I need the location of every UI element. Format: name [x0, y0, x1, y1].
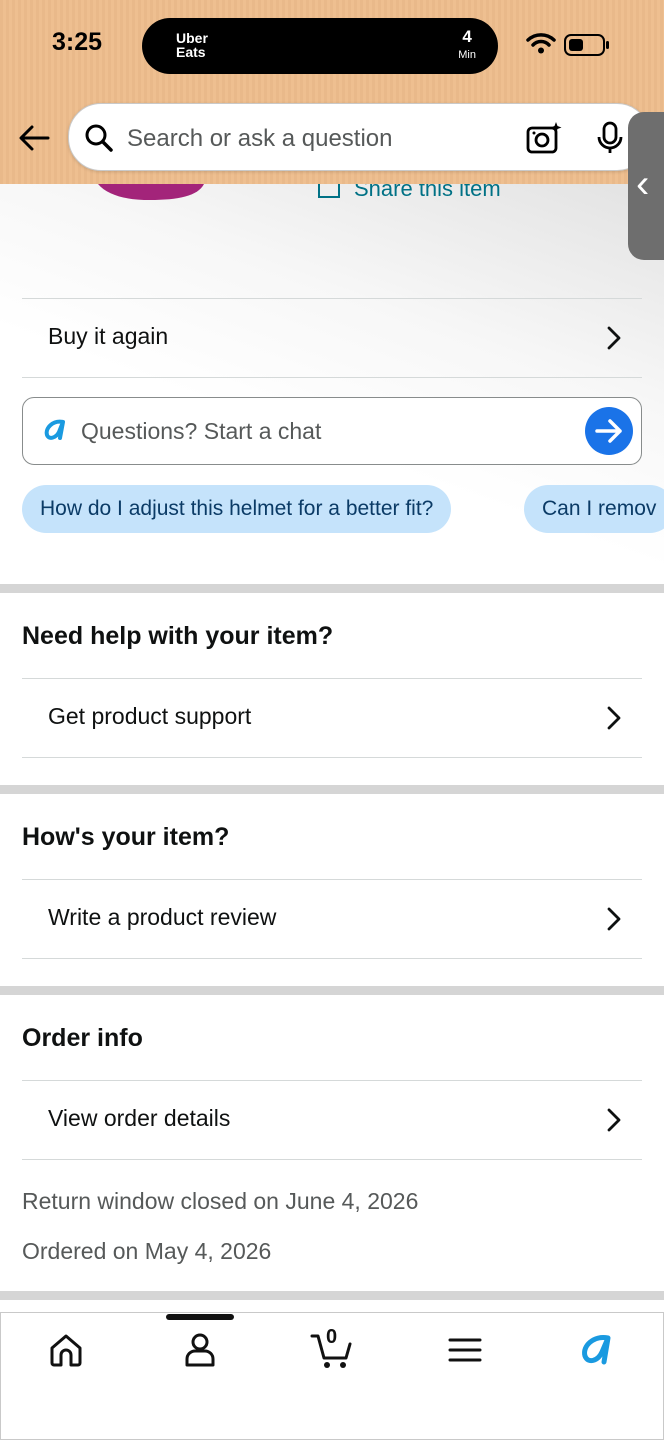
- write-review-row[interactable]: Write a product review: [22, 880, 642, 958]
- write-review-label: Write a product review: [48, 904, 277, 930]
- chat-input[interactable]: Questions? Start a chat: [22, 397, 642, 465]
- cart-count: 0: [326, 1326, 338, 1348]
- order-section-title: Order info: [22, 1024, 143, 1052]
- microphone-icon[interactable]: [595, 120, 625, 156]
- status-bar: 3:25 Uber Eats 4 Min: [0, 0, 664, 90]
- wifi-icon: [526, 33, 556, 54]
- chevron-right-icon: [607, 706, 621, 730]
- chevron-right-icon: [607, 326, 621, 350]
- section-separator: [0, 584, 664, 593]
- review-section-title: How's your item?: [22, 823, 230, 851]
- arrow-left-icon[interactable]: [16, 120, 52, 156]
- header: 3:25 Uber Eats 4 Min Search or ask a que…: [0, 0, 664, 184]
- live-activity-brand: Uber Eats: [176, 31, 208, 59]
- eta-unit: Min: [458, 49, 476, 61]
- eta-value: 4: [462, 27, 472, 46]
- live-activity[interactable]: Uber Eats 4 Min: [142, 18, 498, 74]
- suggestion-chip[interactable]: Can I remov: [524, 485, 664, 533]
- side-panel-handle[interactable]: ‹: [628, 112, 664, 260]
- product-support-row[interactable]: Get product support: [22, 679, 642, 757]
- chat-placeholder: Questions? Start a chat: [81, 418, 322, 444]
- buy-again-row[interactable]: Buy it again: [22, 299, 642, 377]
- chevron-left-icon: ‹: [636, 162, 650, 206]
- suggestion-chip[interactable]: How do I adjust this helmet for a better…: [22, 485, 452, 533]
- rufus-icon[interactable]: [578, 1330, 618, 1370]
- divider: [22, 958, 642, 959]
- home-icon[interactable]: [46, 1330, 86, 1370]
- send-button[interactable]: [585, 407, 633, 455]
- section-separator: [0, 785, 664, 794]
- camera-sparkle-icon[interactable]: [525, 120, 563, 156]
- account-icon[interactable]: [180, 1330, 220, 1370]
- divider: [22, 757, 642, 758]
- section-separator: [0, 1291, 664, 1300]
- chevron-right-icon: [607, 907, 621, 931]
- product-support-label: Get product support: [48, 703, 252, 729]
- buy-again-label: Buy it again: [48, 323, 169, 349]
- divider: [22, 377, 642, 378]
- view-order-details-label: View order details: [48, 1105, 231, 1131]
- search-icon: [85, 124, 113, 152]
- ordered-date-text: Ordered on May 4, 2026: [22, 1238, 272, 1264]
- help-section-title: Need help with your item?: [22, 622, 334, 650]
- battery-icon: [564, 34, 609, 56]
- search-input[interactable]: Search or ask a question: [127, 125, 393, 153]
- search-bar[interactable]: Search or ask a question: [68, 103, 650, 171]
- menu-icon[interactable]: [446, 1330, 484, 1370]
- rufus-icon: [44, 419, 65, 440]
- brand-line-2: Eats: [176, 44, 206, 60]
- status-time: 3:25: [52, 28, 103, 56]
- divider: [22, 1159, 642, 1160]
- live-activity-eta: 4 Min: [458, 28, 476, 64]
- arrow-right-icon: [595, 419, 622, 443]
- product-image[interactable]: [98, 184, 204, 202]
- view-order-details-row[interactable]: View order details: [22, 1081, 642, 1159]
- active-tab-indicator: [166, 1314, 234, 1320]
- return-window-text: Return window closed on June 4, 2026: [22, 1188, 419, 1214]
- section-separator: [0, 986, 664, 995]
- chevron-right-icon: [607, 1108, 621, 1132]
